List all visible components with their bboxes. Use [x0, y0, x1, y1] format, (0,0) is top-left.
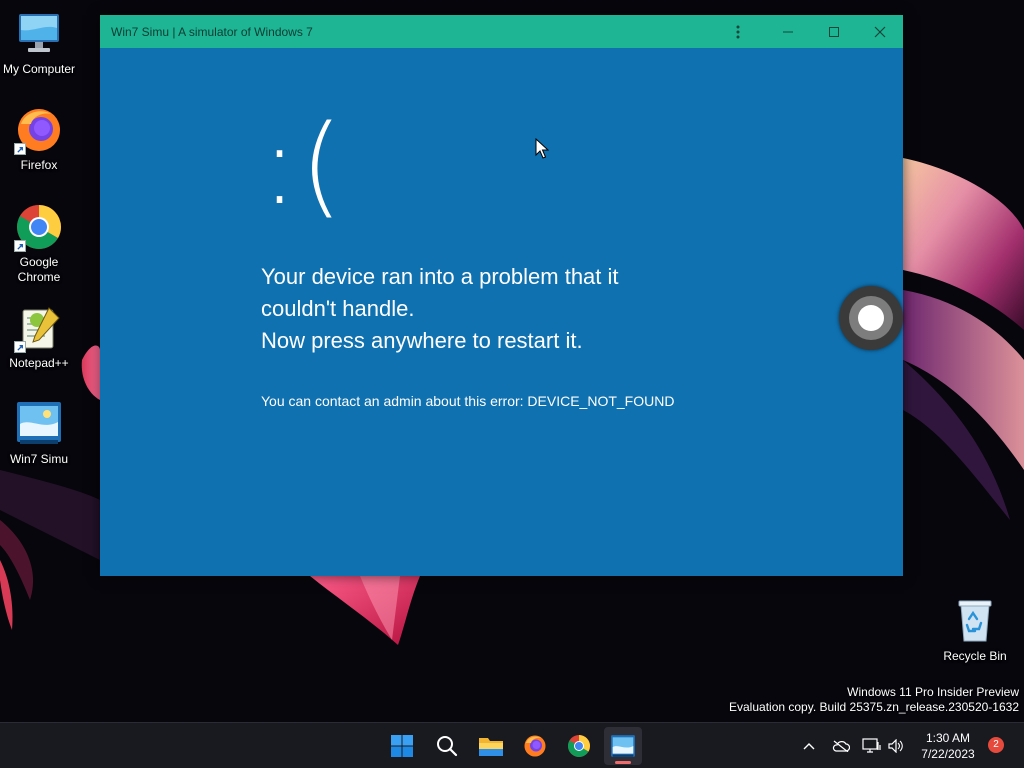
- taskbar: 1:30 AM 7/22/2023 2: [0, 722, 1024, 768]
- maximize-icon: [829, 26, 839, 37]
- firefox-icon: [524, 735, 546, 757]
- taskbar-firefox[interactable]: [516, 727, 554, 765]
- shortcut-arrow-icon: [14, 341, 26, 353]
- network-status[interactable]: [860, 735, 884, 757]
- desktop-icon-notepad-plus-plus[interactable]: Notepad++: [0, 304, 78, 371]
- shortcut-arrow-icon: [14, 240, 26, 252]
- win7-simu-icon: [611, 735, 635, 757]
- firefox-icon: [14, 106, 63, 155]
- mouse-cursor-icon: [535, 137, 550, 164]
- volume-control[interactable]: [886, 735, 906, 757]
- taskbar-search-button[interactable]: [428, 727, 466, 765]
- chrome-icon: [568, 735, 590, 757]
- active-app-indicator: [615, 761, 631, 764]
- bsod-screen[interactable]: :( Your device ran into a problem that i…: [100, 48, 903, 576]
- desktop-icon-recycle-bin[interactable]: Recycle Bin: [936, 597, 1014, 664]
- monitor-icon: [15, 10, 63, 58]
- minimize-icon: [783, 31, 793, 32]
- taskbar-chrome[interactable]: [560, 727, 598, 765]
- sad-face: :(: [261, 101, 345, 229]
- desktop-icon-label: Google Chrome: [17, 255, 61, 284]
- close-icon: [874, 26, 886, 37]
- window-menu-button[interactable]: [715, 15, 761, 48]
- cloud-offline-icon: [832, 740, 850, 752]
- clock-date: 7/22/2023: [921, 747, 975, 761]
- desktop-icon-label: Win7 Simu: [9, 452, 68, 466]
- bsod-message: Your device ran into a problem that it c…: [261, 261, 721, 357]
- window-title: Win7 Simu | A simulator of Windows 7: [111, 25, 313, 39]
- bsod-message-line: Now press anywhere to restart it.: [261, 328, 583, 353]
- watermark-edition: Windows 11 Pro Insider Preview: [847, 685, 1019, 699]
- win7-simu-window: Win7 Simu | A simulator of Windows 7 :(: [100, 15, 903, 576]
- desktop-icon-label: Firefox: [20, 158, 58, 172]
- touch-button-ring: [849, 296, 893, 340]
- file-explorer-icon: [479, 738, 503, 756]
- shortcut-arrow-icon: [14, 143, 26, 155]
- start-button[interactable]: [383, 727, 421, 765]
- start-icon: [391, 735, 413, 757]
- taskbar-file-explorer[interactable]: [472, 727, 510, 765]
- desktop-icon-label: Notepad++: [9, 356, 69, 370]
- desktop-icon-label: Recycle Bin: [943, 649, 1007, 663]
- desktop-icon-label: My Computer: [2, 62, 76, 76]
- maximize-button[interactable]: [811, 15, 857, 48]
- desktop-icon-firefox[interactable]: Firefox: [0, 106, 78, 173]
- chrome-icon: [14, 203, 63, 252]
- taskbar-clock[interactable]: 1:30 AM 7/22/2023: [912, 730, 984, 762]
- taskbar-win7-simu[interactable]: [604, 727, 642, 765]
- speaker-icon: [888, 739, 903, 753]
- bsod-message-line: Your device ran into a problem that it: [261, 264, 619, 289]
- search-icon: [437, 736, 458, 757]
- notification-badge[interactable]: 2: [988, 737, 1004, 753]
- bsod-contact-text: You can contact an admin about this erro…: [261, 393, 675, 409]
- desktop-icon-win7-simu[interactable]: Win7 Simu: [0, 400, 78, 467]
- touch-button-dot: [858, 305, 884, 331]
- clock-time: 1:30 AM: [925, 731, 971, 745]
- win7-simu-icon: [15, 400, 63, 448]
- network-icon: [862, 738, 881, 753]
- desktop-icon-google-chrome[interactable]: Google Chrome: [0, 203, 78, 285]
- watermark-build: Evaluation copy. Build 25375.zn_release.…: [729, 700, 1019, 714]
- recycle-bin-icon: [951, 597, 999, 645]
- windows-watermark: Windows 11 Pro Insider Preview Evaluatio…: [729, 685, 1019, 715]
- kebab-menu-icon: [736, 25, 740, 38]
- notepad-plus-plus-icon: [14, 304, 63, 353]
- bsod-message-line: couldn't handle.: [261, 296, 415, 321]
- close-button[interactable]: [857, 15, 903, 48]
- floating-touch-button[interactable]: [839, 286, 903, 350]
- chevron-up-icon: [803, 743, 815, 750]
- desktop-icon-my-computer[interactable]: My Computer: [0, 10, 78, 77]
- onedrive-status[interactable]: [830, 735, 852, 757]
- window-titlebar[interactable]: Win7 Simu | A simulator of Windows 7: [100, 15, 903, 48]
- show-hidden-icons-button[interactable]: [800, 735, 818, 757]
- minimize-button[interactable]: [765, 15, 811, 48]
